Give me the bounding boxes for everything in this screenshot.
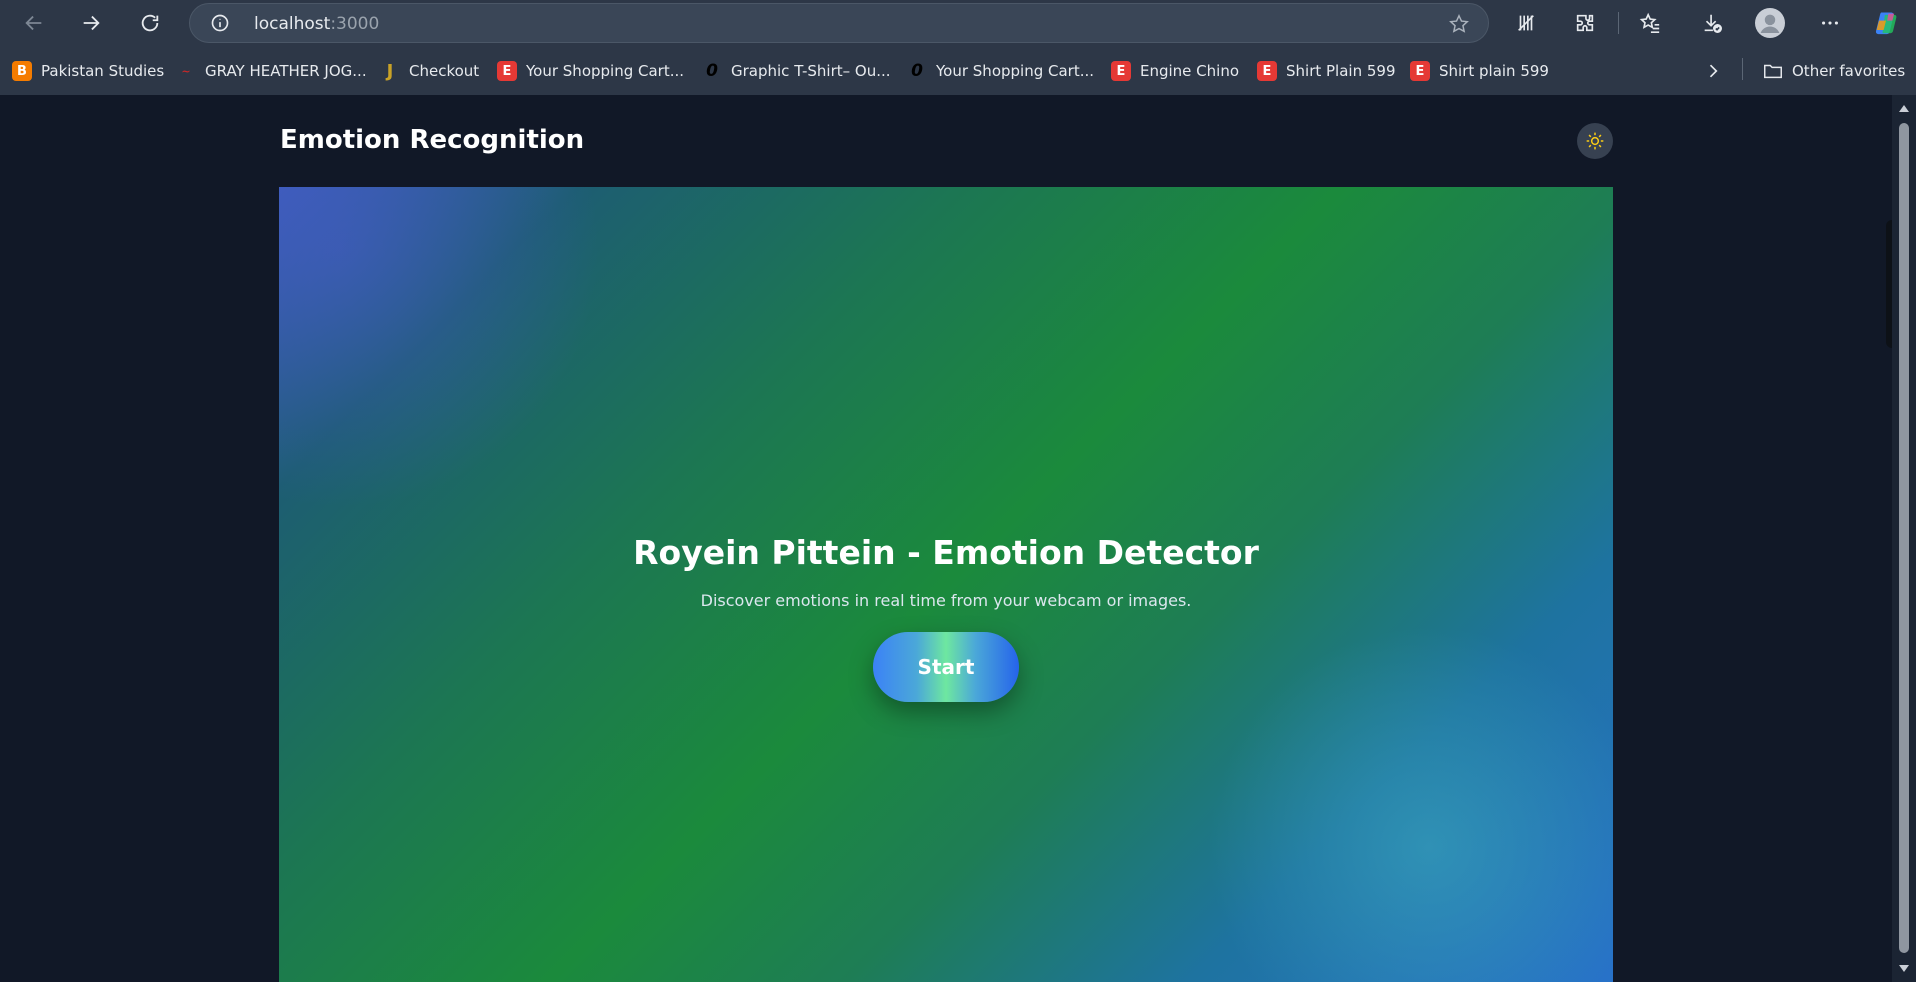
e-logo-icon: E [1257, 61, 1277, 81]
url-text: localhost:3000 [254, 14, 380, 34]
download-icon [1704, 14, 1722, 33]
outfitters-logo-icon: 0 [706, 61, 718, 81]
bookmark-label: Your Shopping Cart... [526, 62, 685, 80]
bookmark-item[interactable]: 0 Your Shopping Cart... [907, 56, 1094, 86]
address-bar[interactable]: localhost:3000 [189, 3, 1489, 43]
bookmark-label: Shirt plain 599 [1439, 62, 1549, 80]
extensions-button[interactable] [1567, 5, 1603, 41]
favorites-list-icon [1639, 12, 1660, 33]
bookmark-item[interactable]: E Shirt Plain 599 [1257, 56, 1396, 86]
favorites-button[interactable] [1632, 5, 1668, 41]
forward-button[interactable] [73, 5, 109, 41]
forward-arrow-icon [83, 15, 100, 31]
e-logo-icon: E [497, 61, 517, 81]
blogger-icon: B [12, 61, 32, 81]
scroll-down-arrow-icon[interactable] [1898, 962, 1910, 974]
bookmark-label: Pakistan Studies [41, 62, 165, 80]
browser-chrome: localhost:3000 B Pakistan Studies ~ GRAY… [0, 0, 1916, 95]
bookmark-label: Your Shopping Cart... [936, 62, 1095, 80]
bookmark-item[interactable]: 0 Graphic T-Shirt– Ou... [702, 56, 891, 86]
checkout-logo-icon: J [386, 60, 394, 82]
profile-button[interactable] [1752, 5, 1788, 41]
theme-toggle-button[interactable] [1577, 123, 1613, 159]
app-title: Emotion Recognition [280, 125, 585, 155]
other-favorites-label: Other favorites [1792, 62, 1906, 80]
favorite-star-icon[interactable] [1448, 13, 1470, 35]
toolbar-separator [1618, 12, 1619, 34]
folder-icon [1764, 64, 1782, 79]
bookmark-label: Shirt Plain 599 [1286, 62, 1396, 80]
copilot-button[interactable] [1868, 5, 1904, 41]
other-favorites-button[interactable]: Other favorites [1762, 56, 1905, 86]
hero-title: Royein Pittein - Emotion Detector [633, 533, 1259, 572]
tracking-prevention-button[interactable] [1508, 5, 1544, 41]
bookmark-label: GRAY HEATHER JOG... [205, 62, 367, 80]
settings-more-button[interactable] [1812, 5, 1848, 41]
page-viewport: Emotion Recognition Royein Pittein - Emo… [0, 95, 1892, 982]
bookmarks-bar: B Pakistan Studies ~ GRAY HEATHER JOG...… [0, 52, 1916, 88]
back-arrow-icon [25, 15, 42, 31]
avatar-icon [1755, 8, 1785, 38]
hero-subtitle: Discover emotions in real time from your… [700, 591, 1192, 610]
vertical-scrollbar[interactable] [1892, 95, 1916, 982]
start-button[interactable]: Start [873, 632, 1019, 702]
more-dots-icon [1822, 21, 1838, 25]
tracking-icon [1518, 15, 1534, 31]
e-logo-icon: E [1410, 61, 1430, 81]
bookmark-item[interactable]: ~ GRAY HEATHER JOG... [176, 56, 367, 86]
puzzle-icon [1576, 14, 1594, 32]
scrollbar-thumb[interactable] [1899, 123, 1909, 953]
bookmark-item[interactable]: E Your Shopping Cart... [497, 56, 684, 86]
outfitters-logo-icon: 0 [911, 61, 923, 81]
hero-section: Royein Pittein - Emotion Detector Discov… [279, 187, 1613, 982]
site-info-icon[interactable] [210, 13, 230, 33]
sun-icon [1586, 132, 1604, 150]
copilot-icon [1875, 12, 1897, 35]
bookmark-item[interactable]: E Shirt plain 599 [1410, 56, 1549, 86]
chevron-right-icon [1709, 64, 1718, 78]
bookmark-item[interactable]: E Engine Chino [1111, 56, 1239, 86]
scroll-up-arrow-icon[interactable] [1898, 103, 1910, 115]
bookmark-label: Graphic T-Shirt– Ou... [731, 62, 891, 80]
bookmark-item[interactable]: J Checkout [380, 56, 480, 86]
reload-button[interactable] [132, 5, 168, 41]
browser-toolbar: localhost:3000 [0, 0, 1916, 46]
bookmarks-separator [1742, 58, 1743, 80]
brand-logo-icon: ~ [181, 64, 191, 78]
back-button[interactable] [16, 5, 52, 41]
downloads-button[interactable] [1694, 5, 1730, 41]
bookmarks-overflow-button[interactable] [1703, 56, 1723, 86]
bookmark-item[interactable]: B Pakistan Studies [12, 56, 164, 86]
bookmark-label: Checkout [409, 62, 480, 80]
reload-icon [141, 14, 159, 32]
e-logo-icon: E [1111, 61, 1131, 81]
bookmark-label: Engine Chino [1140, 62, 1240, 80]
